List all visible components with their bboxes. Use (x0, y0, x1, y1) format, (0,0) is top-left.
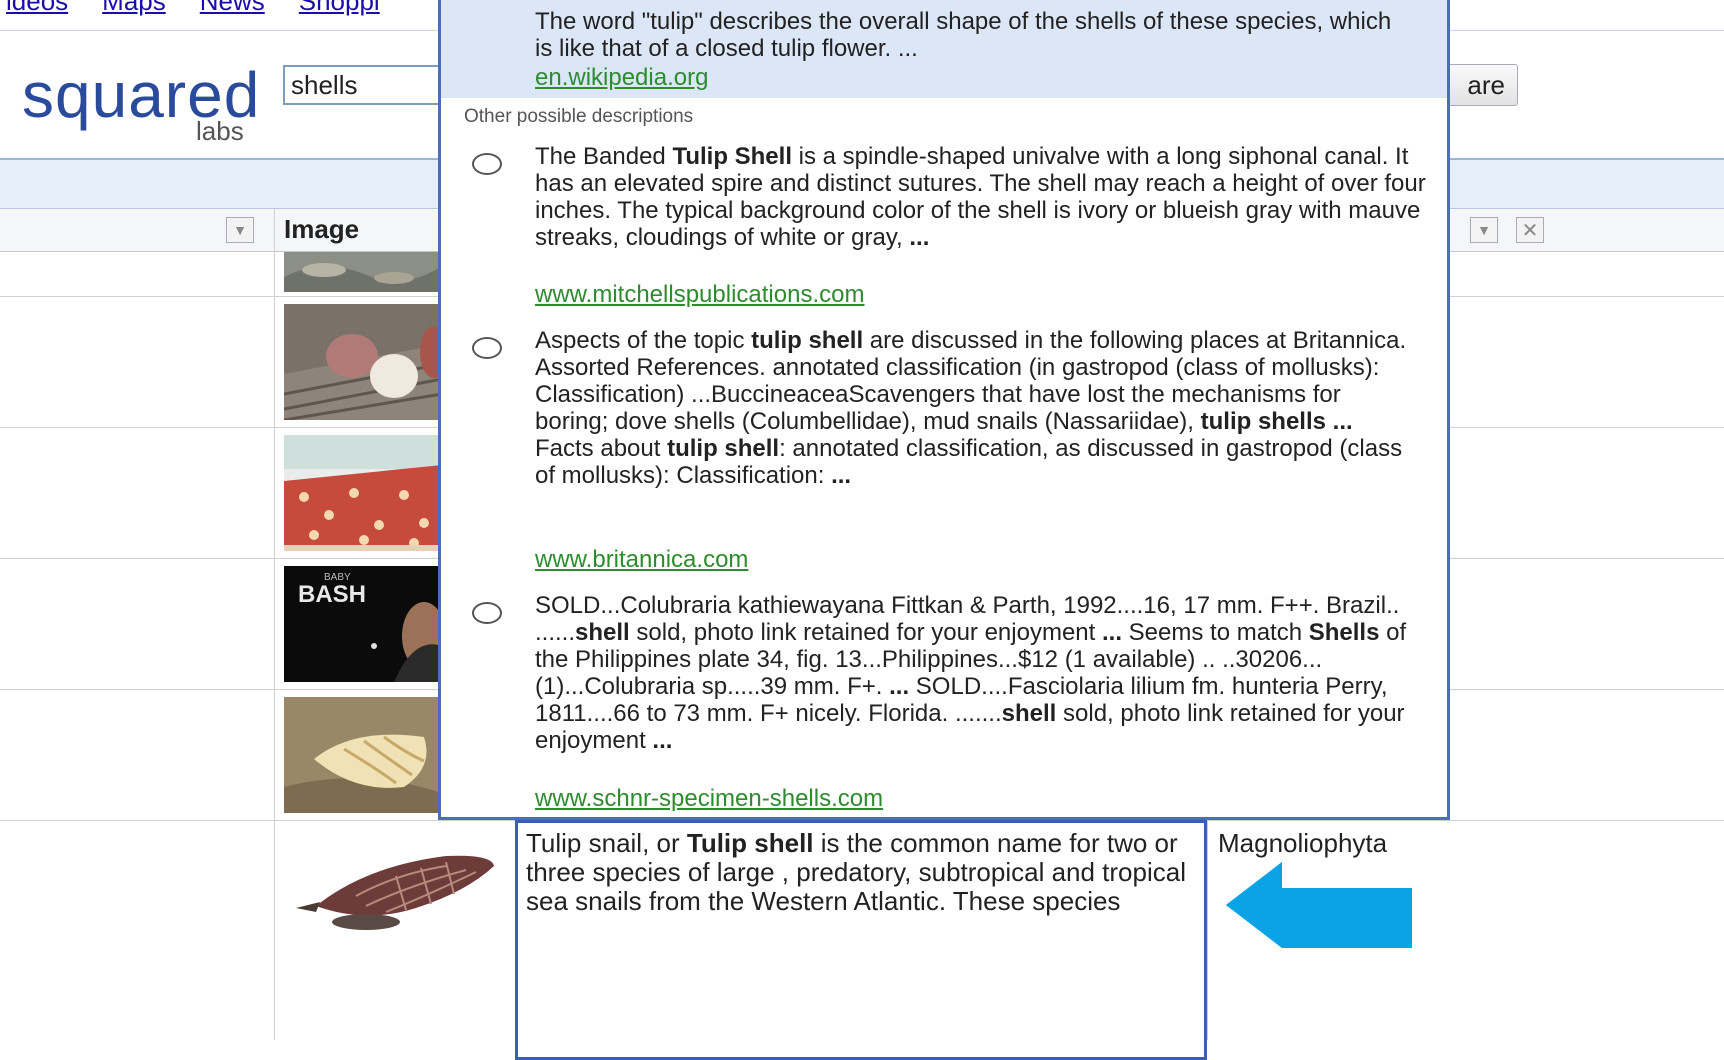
thumbnail-scallop-shells[interactable] (284, 304, 442, 420)
thumbnail-shells-on-rock[interactable] (284, 252, 442, 292)
column-divider (274, 209, 275, 1040)
nav-link-maps[interactable]: Maps (102, 0, 166, 16)
column-menu-dropdown-icon[interactable]: ▼ (226, 217, 254, 243)
thumbnail-shell-bedding[interactable] (284, 435, 442, 551)
option-source-link-3[interactable]: www.schnr-specimen-shells.com (535, 785, 883, 812)
thumbnail-tulip-shell[interactable] (296, 836, 496, 936)
thumbnail-baby-bash-album[interactable]: BABY BASH (284, 566, 442, 682)
svg-text:BASH: BASH (298, 581, 366, 608)
option-radio-1[interactable] (472, 153, 502, 175)
description-cell[interactable]: Tulip snail, or Tulip shell is the commo… (515, 820, 1207, 1060)
column-menu-dropdown-icon[interactable]: ▼ (1470, 217, 1498, 243)
option-radio-2[interactable] (472, 337, 502, 359)
option-source-link-2[interactable]: www.britannica.com (535, 546, 748, 573)
top-nav: ideos Maps News Shoppi (6, 0, 414, 17)
option-source-link-1[interactable]: www.mitchellspublications.com (535, 281, 864, 308)
remove-column-close-icon[interactable]: ✕ (1516, 217, 1544, 243)
thumbnail-conch-shell[interactable] (284, 697, 442, 813)
nav-link-news[interactable]: News (200, 0, 265, 16)
column-header-image: Image (284, 214, 360, 244)
logo-labs: labs (196, 116, 244, 146)
option-radio-3[interactable] (472, 602, 502, 624)
option-description-1: The Banded Tulip Shell is a spindle-shap… (535, 143, 1426, 251)
selected-description-source-link[interactable]: en.wikipedia.org (535, 64, 708, 91)
option-description-3: SOLD...Colubraria kathiewayana Fittkan &… (535, 592, 1407, 754)
other-descriptions-label: Other possible descriptions (464, 106, 694, 127)
left-arrow-icon (1226, 862, 1412, 953)
nav-link-shopping[interactable]: Shoppi (299, 0, 380, 16)
option-description-2: Aspects of the topic tulip shell are dis… (535, 327, 1407, 489)
selected-description-text: The word "tulip" describes the overall s… (535, 8, 1392, 62)
classification-cell: Magnoliophyta (1218, 828, 1388, 858)
description-cell-text: Tulip snail, or Tulip shell is the commo… (526, 828, 1186, 916)
nav-link-videos[interactable]: ideos (6, 0, 68, 16)
column-divider (1207, 820, 1208, 1040)
